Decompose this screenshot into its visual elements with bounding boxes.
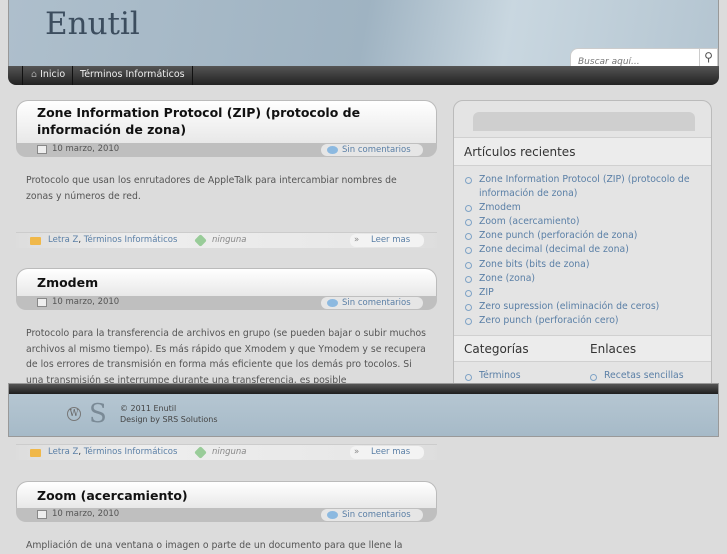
tag-icon (194, 446, 207, 459)
comment-icon (327, 146, 338, 154)
search-form: ⚲ (570, 48, 718, 71)
comment-icon (327, 299, 338, 307)
categories-title: Categorías (464, 342, 529, 356)
double-chevron-icon: » (354, 235, 360, 245)
post-tags: ninguna (212, 447, 247, 457)
recent-post-link[interactable]: Zero supression (eliminación de ceros) (464, 300, 704, 314)
comments-link[interactable]: Sin comentarios (321, 509, 423, 521)
folder-icon (30, 237, 41, 245)
post-meta: 10 marzo, 2010 Sin comentarios (16, 296, 437, 310)
post-title[interactable]: Zmodem (17, 269, 436, 291)
category-link[interactable]: Letra Z (48, 447, 78, 457)
blogroll-link[interactable]: Recetas sencillas (589, 370, 684, 381)
category-link[interactable]: Letra Z (48, 235, 78, 245)
post-header: Zoom (acercamiento) (16, 481, 437, 508)
comments-link[interactable]: Sin comentarios (321, 297, 423, 309)
folder-icon (30, 449, 41, 457)
site-title[interactable]: Enutil (45, 6, 140, 42)
post-header: Zone Information Protocol (ZIP) (protoco… (16, 100, 437, 143)
double-chevron-icon: » (354, 447, 360, 457)
main-nav: ⌂ Inicio Términos Informáticos (8, 66, 719, 85)
sidebar-search-bar (473, 112, 695, 131)
post-date: 10 marzo, 2010 (52, 509, 120, 519)
post-tags: ninguna (212, 235, 247, 245)
calendar-icon (37, 298, 47, 307)
srs-logo-icon: S (89, 399, 107, 429)
post-footer: Letra Z, Términos Informáticos ninguna »… (16, 232, 437, 248)
recent-post-link[interactable]: Zoom (acercamiento) (464, 215, 704, 229)
recent-post-link[interactable]: Zone punch (perforación de zona) (464, 229, 704, 243)
home-icon: ⌂ (31, 69, 38, 80)
read-more-button[interactable]: » Leer mas (350, 234, 424, 247)
wordpress-logo-icon: W (67, 407, 81, 421)
comment-icon (327, 511, 338, 519)
post-excerpt: Protocolo para la transferencia de archi… (26, 328, 426, 383)
footer-top-bar (9, 384, 718, 394)
post-footer: Letra Z, Términos Informáticos ninguna »… (16, 444, 437, 460)
recent-post-link[interactable]: ZIP (464, 286, 704, 300)
post-title[interactable]: Zoom (acercamiento) (17, 482, 436, 504)
widget-header: Categorías Enlaces (454, 335, 711, 362)
category-link[interactable]: Términos (464, 370, 521, 381)
recent-post-link[interactable]: Zero punch (perforación cero) (464, 314, 704, 328)
nav-item-terminos[interactable]: Términos Informáticos (73, 66, 193, 85)
nav-item-inicio[interactable]: ⌂ Inicio (22, 66, 74, 85)
recent-post-link[interactable]: Zone decimal (decimal de zona) (464, 243, 704, 257)
search-icon[interactable]: ⚲ (699, 49, 717, 66)
recent-post-link[interactable]: Zone bits (bits de zona) (464, 258, 704, 272)
calendar-icon (37, 145, 47, 154)
calendar-icon (37, 510, 47, 519)
links-title: Enlaces (590, 342, 637, 356)
read-more-button[interactable]: » Leer mas (350, 446, 424, 459)
copyright: © 2011 Enutil (120, 404, 177, 413)
post-meta: 10 marzo, 2010 Sin comentarios (16, 143, 437, 157)
post-title[interactable]: Zone Information Protocol (ZIP) (protoco… (17, 101, 436, 138)
post-date: 10 marzo, 2010 (52, 144, 120, 154)
recent-posts-title: Artículos recientes (464, 145, 576, 159)
recent-posts-list: Zone Information Protocol (ZIP) (protoco… (464, 173, 704, 328)
recent-post-link[interactable]: Zone (zona) (464, 272, 704, 286)
post-date: 10 marzo, 2010 (52, 297, 120, 307)
widget-header: Artículos recientes (454, 137, 711, 166)
post-excerpt: Protocolo que usan los enrutadores de Ap… (26, 175, 397, 202)
site-footer: W S © 2011 Enutil Design by SRS Solution… (8, 383, 719, 437)
comments-link[interactable]: Sin comentarios (321, 144, 423, 156)
post-meta: 10 marzo, 2010 Sin comentarios (16, 508, 437, 522)
recent-post-link[interactable]: Zmodem (464, 201, 704, 215)
post-excerpt: Ampliación de una ventana o imagen o par… (26, 540, 403, 551)
design-credit[interactable]: Design by SRS Solutions (120, 415, 218, 424)
recent-post-link[interactable]: Zone Information Protocol (ZIP) (protoco… (464, 173, 704, 201)
sidebar: Artículos recientes Zone Information Pro… (453, 100, 712, 390)
tag-icon (194, 234, 207, 247)
category-link[interactable]: Términos Informáticos (84, 235, 178, 245)
post-header: Zmodem (16, 268, 437, 296)
category-link[interactable]: Términos Informáticos (84, 447, 178, 457)
